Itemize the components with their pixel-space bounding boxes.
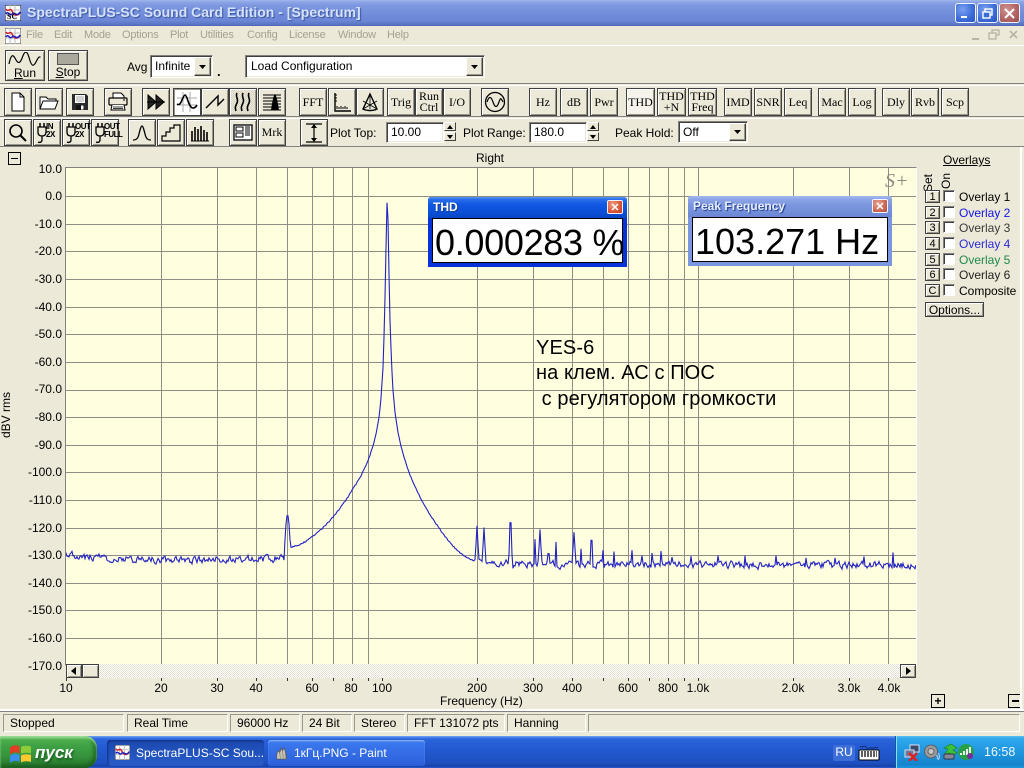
svg-text:SC: SC bbox=[7, 12, 17, 21]
